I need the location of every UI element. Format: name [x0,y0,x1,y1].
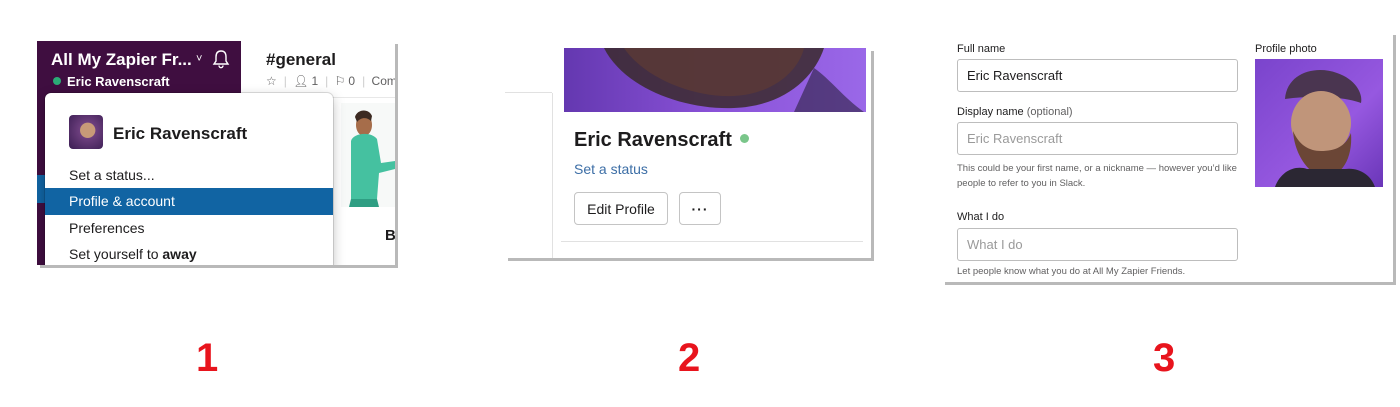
profile-name: Eric Ravenscraft [574,129,749,152]
step-number-1: 1 [196,336,219,380]
what-i-do-field[interactable] [957,228,1238,261]
pin-count[interactable]: 0 [348,74,355,88]
set-away-prefix: Set yourself to [69,246,163,262]
set-status-link[interactable]: Set a status [574,161,648,177]
menu-item-preferences[interactable]: Preferences [45,215,333,242]
divider [505,92,552,93]
current-user-name: Eric Ravenscraft [67,74,170,89]
members-icon[interactable]: 👤︎ [293,74,308,88]
screenshot-2-profile-card: Eric Ravenscraft Set a status Edit Profi… [505,48,871,258]
bell-icon[interactable] [212,49,230,69]
display-name-hint: This could be your first name, or a nick… [957,163,1237,189]
menu-item-set-status[interactable]: Set a status... [45,162,333,189]
star-icon[interactable]: ☆ [266,74,277,88]
step-number-2: 2 [678,336,701,380]
online-status-icon [739,134,749,143]
partial-heading: B [385,227,395,244]
profile-photo[interactable] [1255,59,1383,187]
what-i-do-label: What I do [957,211,1005,223]
profile-photo-banner [564,48,866,112]
step-number-3: 3 [1153,336,1176,380]
edit-profile-button[interactable]: Edit Profile [574,192,668,225]
profile-name-text: Eric Ravenscraft [574,129,732,151]
optional-tag: (optional) [1026,106,1073,118]
menu-user-name: Eric Ravenscraft [113,124,248,143]
member-count[interactable]: 1 [311,74,318,88]
more-actions-button[interactable]: ··· [679,192,721,225]
channel-title[interactable]: #general [266,50,336,70]
pin-icon[interactable]: ⚐ [335,74,346,88]
person-illustration [341,103,395,207]
display-name-label-text: Display name [957,106,1024,118]
channel-meta: ☆ | 👤︎ 1 | ⚐ 0 | Com [266,74,395,88]
online-status-icon [53,77,61,85]
menu-item-profile-account[interactable]: Profile & account [45,188,333,215]
workspace-name[interactable]: All My Zapier Fr... [51,50,192,70]
user-menu-dropdown: Eric Ravenscraft Set a status... Profile… [45,93,333,265]
full-name-field[interactable] [957,59,1238,92]
divider [561,241,863,242]
menu-item-set-away[interactable]: Set yourself to away [45,241,333,265]
full-name-label: Full name [957,43,1006,55]
current-user[interactable]: Eric Ravenscraft [53,74,170,89]
display-name-field[interactable] [957,122,1238,155]
display-name-label: Display name (optional) [957,106,1073,118]
avatar [69,115,103,149]
chevron-down-icon[interactable]: ˅ [196,53,202,65]
set-away-bold: away [162,246,197,262]
screenshot-1-slack-menu: All My Zapier Fr... ˅ Eric Ravenscraft #… [37,41,395,265]
screenshot-3-edit-profile-form: Full name Display name (optional) This c… [942,32,1393,282]
profile-photo-label: Profile photo [1255,43,1317,55]
divider [552,93,553,258]
what-i-do-hint: Let people know what you do at All My Za… [957,266,1186,277]
channel-topic-truncated[interactable]: Com [372,74,395,88]
